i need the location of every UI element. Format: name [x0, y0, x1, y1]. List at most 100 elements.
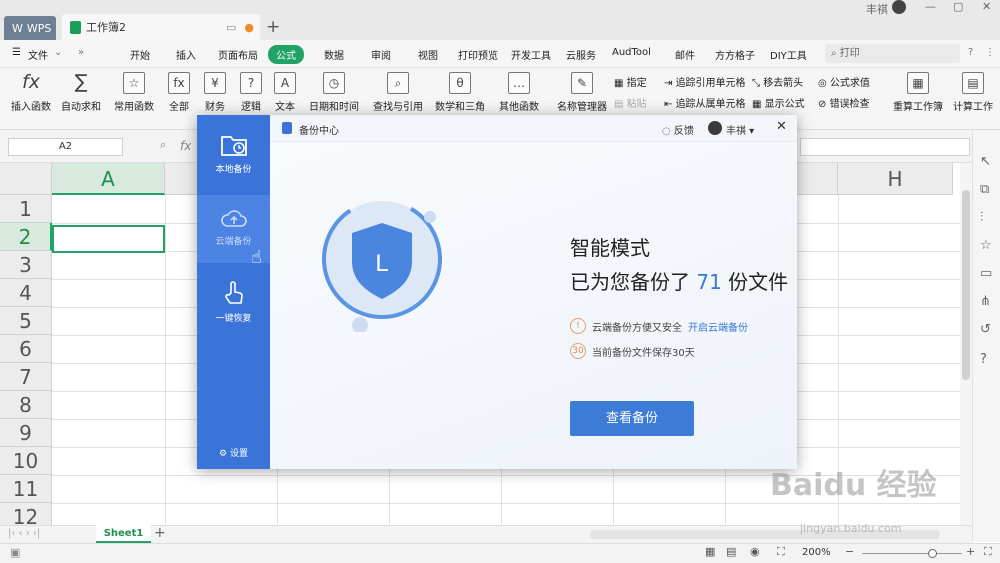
other-functions-button[interactable]: … 其他函数: [496, 70, 542, 113]
menu-home[interactable]: 开始: [130, 47, 150, 62]
row-header[interactable]: 12: [0, 503, 52, 525]
lookup-button[interactable]: ⌕ 查找与引用: [370, 70, 426, 113]
zoom-in-icon[interactable]: +: [966, 545, 975, 558]
autosum-button[interactable]: ∑ 自动求和: [58, 70, 104, 113]
row-header[interactable]: 1: [0, 195, 52, 223]
dialog-avatar[interactable]: [708, 121, 722, 135]
user-name[interactable]: 丰祺: [866, 1, 888, 17]
common-functions-button[interactable]: ☆ 常用函数: [111, 70, 157, 113]
error-check-button[interactable]: ⊘ 错误检查: [818, 95, 870, 110]
name-manager-button[interactable]: ✎ 名称管理器: [556, 70, 608, 113]
archive-icon[interactable]: ▭: [980, 266, 992, 281]
dialog-user-menu[interactable]: 丰祺 ▾: [726, 122, 754, 137]
page-layout-icon[interactable]: ▤: [726, 545, 736, 558]
workbook-tab[interactable]: 工作簿2 ▭ ●: [62, 14, 260, 40]
row-header[interactable]: 6: [0, 335, 52, 363]
full-screen-icon[interactable]: ⛶: [777, 545, 785, 559]
chevron-down-icon[interactable]: ⌄: [54, 47, 62, 58]
column-header-h[interactable]: H: [838, 163, 953, 195]
share-icon[interactable]: ⋔: [980, 294, 991, 309]
sidebar-item-one-click-restore[interactable]: 一键恢复: [197, 280, 270, 324]
sheet-tab-sheet1[interactable]: Sheet1: [96, 525, 151, 543]
remove-arrows-button[interactable]: ⤡ 移去箭头: [752, 74, 803, 89]
menu-page-layout[interactable]: 页面布局: [218, 47, 258, 62]
assign-button[interactable]: ▦ 指定: [614, 74, 647, 89]
trace-dependents-button[interactable]: ⇤ 追踪从属单元格: [664, 95, 746, 110]
row-header[interactable]: 11: [0, 475, 52, 503]
logical-button[interactable]: ? 逻辑: [236, 70, 266, 113]
menu-insert[interactable]: 插入: [176, 47, 196, 62]
eye-icon[interactable]: ◉: [750, 545, 760, 558]
cursor-icon[interactable]: ↖: [980, 154, 991, 169]
column-header-a[interactable]: A: [52, 163, 165, 195]
menu-data[interactable]: 数据: [324, 47, 344, 62]
enable-cloud-backup-link[interactable]: 开启云端备份: [688, 319, 748, 334]
row-header[interactable]: 7: [0, 363, 52, 391]
dialog-close-icon[interactable]: ✕: [776, 119, 787, 134]
menu-review[interactable]: 审阅: [371, 47, 391, 62]
search-input[interactable]: ⌕ 打印: [825, 44, 960, 63]
menu-ffgz[interactable]: 方方格子: [715, 47, 755, 62]
evaluate-formula-button[interactable]: ◎ 公式求值: [818, 74, 870, 89]
row-header[interactable]: 3: [0, 251, 52, 279]
row-header[interactable]: 9: [0, 419, 52, 447]
insert-function-button[interactable]: fx 插入函数: [8, 70, 54, 113]
menu-mail[interactable]: 邮件: [675, 47, 695, 62]
zoom-slider-knob[interactable]: [928, 549, 937, 558]
normal-view-icon[interactable]: ▦: [705, 545, 715, 558]
fit-icon[interactable]: ⛶: [984, 545, 992, 559]
zoom-level[interactable]: 200%: [802, 547, 831, 558]
add-sheet-button[interactable]: +: [154, 525, 166, 541]
formula-input[interactable]: [800, 138, 970, 156]
hamburger-icon[interactable]: ☰: [12, 47, 21, 58]
history-icon[interactable]: ↺: [980, 322, 991, 337]
menu-file[interactable]: 文件: [28, 47, 48, 62]
name-box[interactable]: A2: [8, 138, 123, 156]
menu-print-preview[interactable]: 打印预览: [458, 47, 498, 62]
row-header[interactable]: 10: [0, 447, 52, 475]
help-circle-icon[interactable]: ?: [980, 352, 987, 367]
row-header[interactable]: 5: [0, 307, 52, 335]
recalc-workbook-button[interactable]: ▦ 重算工作簿: [892, 70, 944, 113]
fx-icon[interactable]: fx: [180, 139, 191, 153]
wps-home-tab[interactable]: W WPS: [4, 16, 56, 40]
menu-view[interactable]: 视图: [418, 47, 438, 62]
zoom-search-icon[interactable]: ⌕: [160, 138, 166, 152]
menu-diy[interactable]: DIY工具: [770, 47, 807, 62]
select-all-corner[interactable]: [0, 163, 52, 195]
all-functions-button[interactable]: fx 全部: [164, 70, 194, 113]
close-icon[interactable]: ✕: [982, 0, 991, 13]
row-header[interactable]: 4: [0, 279, 52, 307]
financial-button[interactable]: ¥ 财务: [200, 70, 230, 113]
show-formulas-button[interactable]: ▦ 显示公式: [752, 95, 805, 110]
adjust-icon[interactable]: ⫶: [980, 210, 983, 225]
row-header[interactable]: 8: [0, 391, 52, 419]
menu-formula[interactable]: 公式: [268, 45, 304, 64]
zoom-out-icon[interactable]: −: [845, 545, 854, 558]
minimize-icon[interactable]: —: [925, 0, 936, 13]
paste-button[interactable]: ▤ 粘贴: [614, 95, 647, 110]
menu-cloud[interactable]: 云服务: [566, 47, 596, 62]
row-header-selected[interactable]: 2: [0, 223, 52, 251]
math-trig-button[interactable]: θ 数学和三角: [432, 70, 488, 113]
feedback-button[interactable]: ◌ 反馈: [662, 122, 694, 137]
view-backup-button[interactable]: 查看备份: [570, 401, 694, 436]
maximize-icon[interactable]: ▢: [953, 0, 963, 13]
more-vert-icon[interactable]: ⋮: [985, 47, 995, 58]
text-button[interactable]: A 文本: [270, 70, 300, 113]
active-cell-a2[interactable]: [52, 225, 165, 253]
sidebar-item-local-backup[interactable]: 本地备份: [197, 133, 270, 175]
menu-dev-tools[interactable]: 开发工具: [511, 47, 551, 62]
calc-sheet-button[interactable]: ▤ 计算工作: [948, 70, 998, 113]
more-icon[interactable]: »: [78, 47, 84, 58]
settings-button[interactable]: ⚙ 设置: [197, 446, 270, 459]
help-icon[interactable]: ?: [968, 47, 973, 58]
shapes-icon[interactable]: ⧉: [980, 182, 989, 197]
avatar[interactable]: [892, 0, 906, 14]
scroll-thumb[interactable]: [962, 190, 970, 380]
zoom-slider[interactable]: [862, 553, 962, 554]
macro-icon[interactable]: ▣: [10, 546, 20, 559]
sheet-nav-icons[interactable]: |‹ ‹ › ›|: [8, 528, 40, 539]
date-time-button[interactable]: ◷ 日期和时间: [306, 70, 362, 113]
menu-audtool[interactable]: AudTool: [612, 47, 651, 58]
